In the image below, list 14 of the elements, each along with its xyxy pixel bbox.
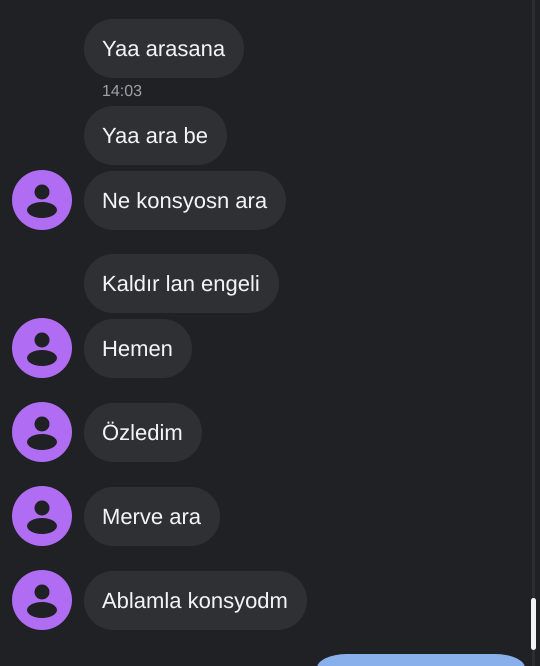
message-bubble: Yaa ara be bbox=[84, 106, 228, 165]
avatar-icon[interactable] bbox=[12, 402, 72, 462]
message-bubble: Merve ara bbox=[84, 486, 220, 546]
message-bubble: Hemen bbox=[84, 318, 192, 378]
avatar-icon[interactable] bbox=[12, 170, 72, 230]
message-bubble: Yaa arasana bbox=[84, 19, 244, 78]
message-time: 14:03 bbox=[102, 83, 142, 101]
avatar-icon[interactable] bbox=[12, 486, 72, 546]
message-bubble: Özledim bbox=[84, 402, 202, 462]
message-bubble: Ne konsyosn ara bbox=[84, 170, 286, 230]
avatar-icon[interactable] bbox=[12, 318, 72, 378]
message-bubble: Ablamla konsyodm bbox=[84, 570, 307, 630]
message-bubble: Kaldır lan engeli bbox=[84, 254, 279, 313]
avatar-icon[interactable] bbox=[12, 570, 72, 630]
